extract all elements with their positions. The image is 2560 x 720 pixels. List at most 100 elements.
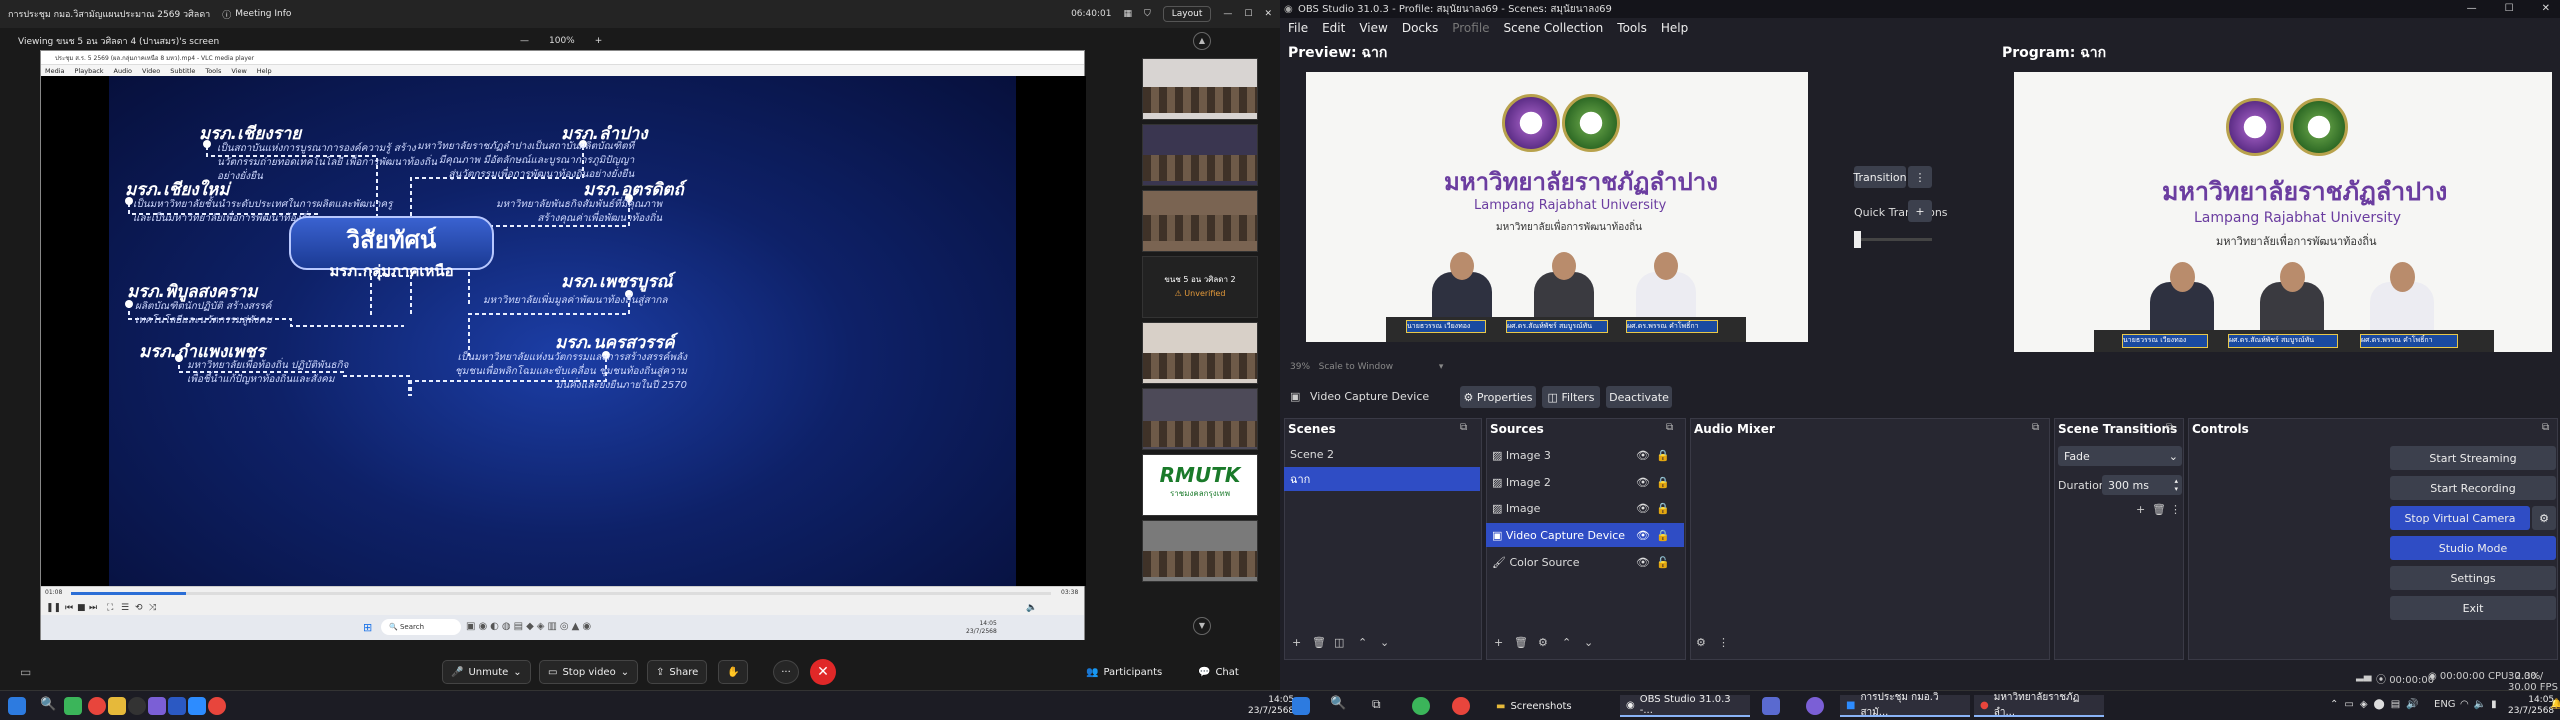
stop-video-button[interactable]: ▭ Stop video ⌄ (539, 660, 639, 684)
grid-icon[interactable]: ▦ (1123, 9, 1132, 19)
participant-thumb[interactable] (1142, 58, 1258, 120)
source-item[interactable]: 🖌 Color Source 👁 🔓 (1486, 550, 1684, 574)
settings-button[interactable]: Settings (2390, 566, 2556, 590)
scale-to-window[interactable]: Scale to Window (1319, 362, 1393, 372)
taskbar-chrome[interactable]: ● มหาวิทยาลัยราชภัฏลำ... (1974, 692, 2104, 718)
vlc-menu-tools[interactable]: Tools (205, 67, 221, 75)
more-vertical-icon[interactable]: ⋮ (2170, 503, 2181, 516)
scroll-down-button[interactable]: ▼ (1193, 617, 1211, 635)
next-icon[interactable]: ⏭ (89, 603, 97, 613)
scene-item-selected[interactable]: ฉาก (1284, 467, 1480, 491)
trash-icon[interactable]: 🗑 (1312, 636, 1326, 649)
vlc-menu-audio[interactable]: Audio (114, 67, 132, 75)
task-view-icon[interactable]: ⧉ (1372, 697, 1381, 712)
app-icon[interactable] (148, 697, 166, 715)
advanced-audio-icon[interactable]: ⚙ (1696, 636, 1706, 649)
obs-icon[interactable] (128, 697, 146, 715)
lock-icon[interactable]: 🔒 (1656, 502, 1670, 515)
chevron-up-icon[interactable]: ⌃ (1562, 636, 1571, 649)
chrome-icon[interactable] (208, 697, 226, 715)
maximize-icon[interactable]: ☐ (1244, 9, 1252, 19)
start-streaming-button[interactable]: Start Streaming (2390, 446, 2556, 470)
taskbar-screenshots[interactable]: ▬ Screenshots (1490, 695, 1610, 717)
language-indicator[interactable]: ENG (2434, 699, 2456, 710)
playlist-icon[interactable]: ☰ (121, 603, 129, 613)
system-clock[interactable]: 14:05 23/7/2568 (2508, 695, 2554, 717)
lock-icon[interactable]: 🔒 (1656, 476, 1670, 489)
close-icon[interactable]: ✕ (1264, 9, 1272, 19)
menu-file[interactable]: File (1288, 21, 1308, 35)
participant-thumb[interactable] (1142, 520, 1258, 582)
transition-button[interactable]: Transition (1853, 166, 1907, 188)
gear-icon[interactable]: ⚙ (1538, 636, 1548, 649)
undock-icon[interactable]: ⧉ (1460, 422, 1467, 433)
zoom-icon[interactable] (188, 697, 206, 715)
maximize-icon[interactable]: ☐ (2505, 0, 2514, 18)
more-button[interactable]: ··· (773, 660, 799, 684)
menu-edit[interactable]: Edit (1322, 21, 1345, 35)
pause-icon[interactable]: ❚❚ (46, 603, 61, 613)
menu-scene-collection[interactable]: Scene Collection (1504, 21, 1604, 35)
unmute-button[interactable]: 🎤 Unmute ⌄ (442, 660, 531, 684)
stop-icon[interactable]: ■ (77, 603, 86, 613)
fullscreen-icon[interactable]: ⛶ (107, 603, 113, 613)
transition-type-select[interactable]: Fade ⌄ (2058, 446, 2182, 466)
tray-icons[interactable]: ⌃▭◈⬤▤🔊 (2330, 699, 2425, 710)
menu-profile[interactable]: Profile (1452, 21, 1489, 35)
chrome-icon[interactable] (88, 697, 106, 715)
filters-button[interactable]: ◫ Filters (1542, 386, 1600, 408)
reactions-button[interactable]: ✋ (718, 660, 749, 684)
undock-icon[interactable]: ⧉ (2542, 422, 2549, 433)
minimize-icon[interactable]: — (2467, 0, 2477, 18)
folder-icon[interactable] (108, 697, 126, 715)
eye-icon[interactable]: 👁 (1636, 529, 1650, 542)
windows-start-icon[interactable] (8, 697, 26, 715)
participant-thumb[interactable] (1142, 388, 1258, 450)
more-vertical-icon[interactable]: ⋮ (1718, 636, 1729, 649)
source-item-selected[interactable]: ▣ Video Capture Device 👁 🔒 (1486, 523, 1684, 547)
trash-icon[interactable]: 🗑 (2152, 503, 2166, 516)
source-item[interactable]: ▨ Image 3 👁 🔒 (1486, 443, 1684, 467)
meeting-info-button[interactable]: ⓘ Meeting Info (222, 8, 291, 21)
app-icon[interactable] (1806, 697, 1824, 715)
close-icon[interactable]: ✕ (2542, 0, 2550, 18)
chat-button[interactable]: 💬 Chat (1190, 660, 1247, 684)
undock-icon[interactable]: ⧉ (2166, 422, 2173, 433)
vlc-menu-subtitle[interactable]: Subtitle (170, 67, 195, 75)
prev-icon[interactable]: ⏮ (65, 603, 73, 613)
menu-view[interactable]: View (1359, 21, 1387, 35)
volume-icon[interactable]: 🔈 (1026, 603, 1037, 613)
eye-icon[interactable]: 👁 (1636, 476, 1650, 489)
end-call-button[interactable]: ✕ (810, 659, 836, 685)
app-icon[interactable] (1412, 697, 1430, 715)
notification-icon[interactable]: 🔔 (2550, 699, 2560, 710)
eye-icon[interactable]: 👁 (1636, 502, 1650, 515)
zoom-level[interactable]: 100% (549, 36, 575, 46)
share-button[interactable]: ⇪ Share (647, 660, 708, 684)
vlc-menu-view[interactable]: View (231, 67, 246, 75)
chevron-down-icon[interactable]: ⌄ (1380, 636, 1389, 649)
deactivate-button[interactable]: Deactivate (1606, 386, 1672, 408)
vlc-menu-media[interactable]: Media (45, 67, 65, 75)
source-item[interactable]: ▨ Image 👁 🔒 (1486, 496, 1684, 520)
tbar-slider[interactable] (1854, 238, 1932, 241)
participant-thumb-nocam[interactable]: ขนช 5 อน วศิลดา 2 ⚠ Unverified (1142, 256, 1258, 318)
windows-start-icon[interactable] (1292, 697, 1310, 715)
exit-button[interactable]: Exit (2390, 596, 2556, 620)
transition-menu-button[interactable]: ⋮ (1908, 166, 1932, 188)
menu-docks[interactable]: Docks (1402, 21, 1438, 35)
word-icon[interactable] (168, 697, 186, 715)
zoom-out-button[interactable]: — (520, 36, 529, 46)
search-icon[interactable]: 🔍 (40, 697, 56, 712)
studio-mode-button[interactable]: Studio Mode (2390, 536, 2556, 560)
chevron-down-icon[interactable]: ⌄ (1584, 636, 1593, 649)
eye-icon[interactable]: 👁 (1636, 449, 1650, 462)
chevron-up-icon[interactable]: ⌃ (1358, 636, 1367, 649)
stop-virtual-camera-button[interactable]: Stop Virtual Camera (2390, 506, 2530, 530)
source-item[interactable]: ▨ Image 2 👁 🔒 (1486, 470, 1684, 494)
participant-thumb[interactable] (1142, 124, 1258, 186)
shield-icon[interactable]: ⛉ (1144, 9, 1151, 19)
app-icon[interactable] (1762, 697, 1780, 715)
taskbar-obs[interactable]: ◉ OBS Studio 31.0.3 -... (1620, 694, 1750, 717)
plus-icon[interactable]: + (1494, 636, 1503, 649)
